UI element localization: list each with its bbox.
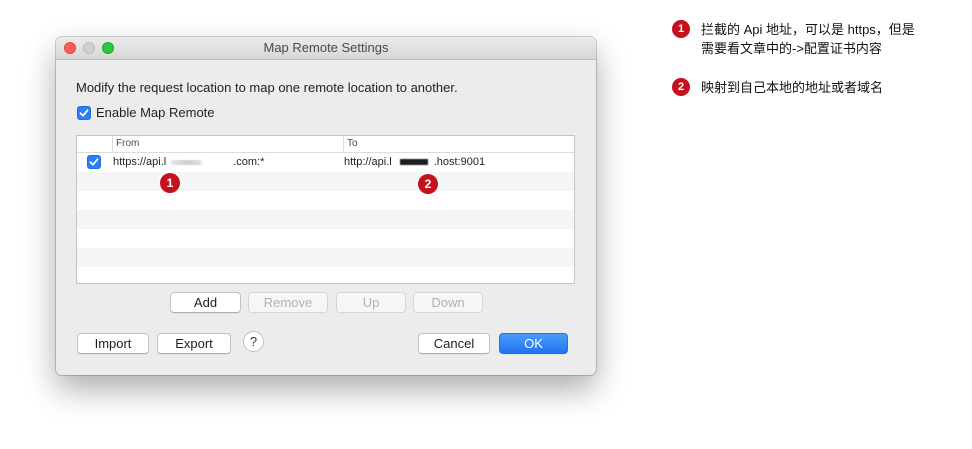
note-2-line-1: 映射到自己本地的地址或者域名: [701, 80, 884, 95]
move-down-button[interactable]: Down: [413, 292, 483, 313]
redacted-text: [171, 159, 230, 165]
import-button[interactable]: Import: [77, 333, 149, 354]
add-button[interactable]: Add: [170, 292, 241, 313]
help-button[interactable]: ?: [243, 331, 264, 352]
note-marker-1: 1: [672, 20, 690, 38]
move-up-button[interactable]: Up: [336, 292, 406, 313]
from-url-prefix: https://api.l: [113, 156, 167, 168]
mappings-table[interactable]: From To https://api.l .com:* http://api.l…: [76, 135, 575, 284]
table-row[interactable]: https://api.l .com:* http://api.l .host:90…: [77, 153, 574, 172]
note-1-line-2: 需要看文章中的->配置证书内容: [701, 41, 882, 56]
to-url-suffix: .host:9001: [433, 156, 486, 168]
title-bar[interactable]: Map Remote Settings: [56, 37, 596, 60]
empty-table-row: [77, 267, 574, 283]
empty-table-row: [77, 210, 574, 229]
redacted-text: [399, 159, 428, 166]
enable-map-remote-checkbox[interactable]: [77, 106, 91, 120]
annotation-marker-1: 1: [160, 173, 180, 193]
from-url-suffix: .com:*: [233, 156, 265, 168]
cancel-button[interactable]: Cancel: [418, 333, 490, 354]
note-2-text: 映射到自己本地的地址或者域名: [701, 78, 883, 97]
row-to-cell[interactable]: http://api.l .host:9001: [344, 153, 485, 172]
annotation-marker-2: 2: [418, 174, 438, 194]
note-1-line-1: 拦截的 Api 地址，可以是 https，但是: [701, 22, 915, 37]
empty-table-row: [77, 248, 574, 267]
export-button[interactable]: Export: [157, 333, 231, 354]
dialog-description: Modify the request location to map one r…: [76, 80, 458, 95]
map-remote-settings-dialog: Map Remote Settings Modify the request l…: [56, 37, 596, 375]
note-1-text: 拦截的 Api 地址，可以是 https，但是 需要看文章中的->配置证书内容: [701, 20, 915, 58]
column-header-from[interactable]: From: [112, 136, 343, 152]
ok-button[interactable]: OK: [499, 333, 568, 354]
column-header-enabled[interactable]: [77, 136, 112, 152]
remove-button[interactable]: Remove: [248, 292, 328, 313]
empty-table-row: [77, 172, 574, 191]
table-header: From To: [77, 136, 574, 153]
column-header-to[interactable]: To: [343, 136, 574, 152]
empty-table-row: [77, 191, 574, 210]
enable-map-remote-label[interactable]: Enable Map Remote: [96, 105, 215, 121]
to-url-prefix: http://api.l: [344, 156, 392, 168]
checkmark-icon: [79, 109, 89, 117]
window-title: Map Remote Settings: [263, 40, 389, 55]
note-marker-2: 2: [672, 78, 690, 96]
checkmark-icon: [89, 158, 99, 166]
empty-table-row: [77, 229, 574, 248]
row-enabled-checkbox[interactable]: [87, 155, 101, 169]
row-from-cell[interactable]: https://api.l .com:*: [113, 153, 264, 172]
